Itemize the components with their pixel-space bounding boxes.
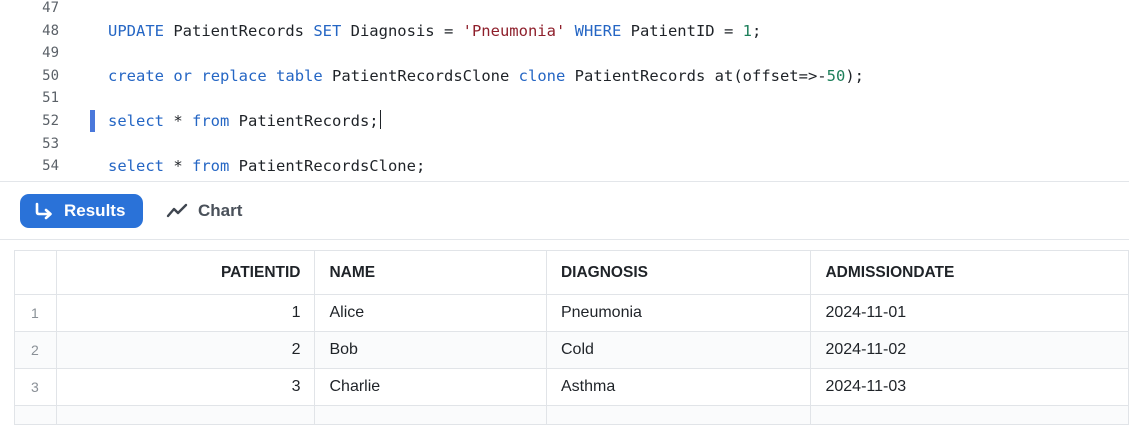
cell-admissiondate[interactable]: 2024-11-01: [810, 294, 1129, 332]
line-chart-icon: [166, 203, 188, 218]
cell-admissiondate[interactable]: 2024-11-02: [810, 331, 1129, 369]
row-number: 3: [14, 368, 57, 406]
code-text[interactable]: UPDATE PatientRecords SET Diagnosis = 'P…: [108, 20, 761, 42]
code-line-47[interactable]: 47: [0, 0, 1129, 19]
sql-keyword: or: [173, 66, 193, 85]
return-arrow-icon: [35, 202, 52, 220]
empty-cell: [314, 405, 547, 425]
table-row-empty: [14, 405, 1129, 425]
sql-keyword: table: [276, 66, 323, 85]
active-line-marker: [90, 110, 95, 132]
line-number: 52: [42, 113, 59, 129]
sql-text: );: [845, 66, 864, 85]
results-tab-button[interactable]: Results: [20, 194, 143, 228]
cell-patientid[interactable]: 2: [55, 331, 316, 369]
code-text[interactable]: select * from PatientRecords;: [108, 110, 381, 132]
cell-patientid[interactable]: 3: [55, 368, 316, 406]
sql-keyword: replace: [201, 66, 267, 85]
sql-text: PatientRecords: [565, 66, 715, 85]
code-line-54[interactable]: 54 select * from PatientRecordsClone;: [0, 155, 1129, 177]
chart-tab-button[interactable]: Chart: [166, 194, 242, 228]
column-header-diagnosis[interactable]: DIAGNOSIS: [545, 250, 812, 295]
sql-text: PatientRecords;: [229, 112, 379, 130]
sql-keyword: create: [108, 66, 164, 85]
code-line-53[interactable]: 53: [0, 133, 1129, 155]
line-number: 53: [42, 135, 59, 152]
cell-diagnosis[interactable]: Asthma: [545, 368, 812, 406]
cell-name[interactable]: Charlie: [314, 368, 547, 406]
table-row: 3 3 Charlie Asthma 2024-11-03: [14, 368, 1129, 406]
results-table: PATIENTID NAME DIAGNOSIS ADMISSIONDATE 1…: [14, 250, 1129, 425]
cell-name[interactable]: Alice: [314, 294, 547, 332]
sql-keyword: SET: [313, 21, 342, 40]
code-text[interactable]: select * from PatientRecordsClone;: [108, 155, 425, 177]
cell-patientid[interactable]: 1: [55, 294, 316, 332]
sql-string: 'Pneumonia': [462, 21, 566, 40]
sql-keyword: select: [108, 112, 164, 130]
table-row: 1 1 Alice Pneumonia 2024-11-01: [14, 294, 1129, 332]
sql-text: *: [164, 112, 192, 130]
sql-text: PatientRecordsClone;: [229, 157, 426, 176]
sql-keyword: from: [192, 157, 230, 176]
cell-diagnosis[interactable]: Pneumonia: [545, 294, 812, 332]
code-line-49[interactable]: 49: [0, 42, 1129, 64]
line-number: 51: [42, 90, 59, 107]
row-number: 2: [14, 331, 57, 369]
text-caret: [379, 110, 381, 129]
empty-cell: [545, 405, 812, 425]
empty-cell: [55, 405, 316, 425]
sql-keyword: clone: [518, 66, 566, 85]
table-header-row: PATIENTID NAME DIAGNOSIS ADMISSIONDATE: [14, 250, 1129, 295]
cell-name[interactable]: Bob: [314, 331, 547, 369]
code-line-52[interactable]: 52 select * from PatientRecords;: [0, 110, 1129, 132]
code-line-50[interactable]: 50 create or replace table PatientRecords…: [0, 65, 1129, 87]
results-toolbar: Results Chart: [0, 181, 1129, 240]
empty-cell: [810, 405, 1129, 425]
code-text[interactable]: create or replace table PatientRecordsCl…: [108, 65, 864, 87]
line-number: 50: [42, 67, 59, 84]
line-number: 47: [42, 0, 59, 16]
row-number: 1: [14, 294, 57, 332]
table-row: 2 2 Bob Cold 2024-11-02: [14, 331, 1129, 369]
line-number: 48: [42, 22, 59, 39]
cell-admissiondate[interactable]: 2024-11-03: [810, 368, 1129, 406]
cell-diagnosis[interactable]: Cold: [545, 331, 812, 369]
code-line-48[interactable]: 48 UPDATE PatientRecords SET Diagnosis = …: [0, 20, 1129, 42]
line-number: 49: [42, 45, 59, 62]
column-header-name[interactable]: NAME: [314, 250, 547, 295]
column-header-admissiondate[interactable]: ADMISSIONDATE: [810, 250, 1129, 295]
sql-text: at(offset=>-: [714, 66, 827, 85]
sql-keyword: select: [108, 157, 164, 176]
sql-text: PatientID =: [621, 21, 743, 40]
sql-keyword: WHERE: [574, 21, 622, 40]
sql-editor[interactable]: 47 48 UPDATE PatientRecords SET Diagnosis …: [0, 0, 1129, 181]
sql-number: 1: [742, 21, 752, 40]
sql-text: ;: [751, 21, 762, 40]
results-grid-area: PATIENTID NAME DIAGNOSIS ADMISSIONDATE 1…: [0, 240, 1129, 433]
sql-text: PatientRecords: [164, 21, 314, 40]
results-tab-label: Results: [64, 201, 126, 220]
chart-tab-label: Chart: [198, 201, 243, 220]
sql-keyword: from: [192, 112, 230, 130]
code-line-51[interactable]: 51: [0, 87, 1129, 109]
sql-number: 50: [826, 66, 846, 85]
sql-text: PatientRecordsClone: [322, 66, 519, 85]
column-header-patientid[interactable]: PATIENTID: [55, 250, 316, 295]
sql-text: Diagnosis =: [341, 21, 463, 40]
sql-keyword: UPDATE: [108, 21, 164, 40]
line-number: 54: [42, 158, 59, 175]
empty-cell: [14, 405, 57, 425]
sql-text: *: [164, 157, 192, 176]
column-header-rownum: [14, 250, 57, 295]
